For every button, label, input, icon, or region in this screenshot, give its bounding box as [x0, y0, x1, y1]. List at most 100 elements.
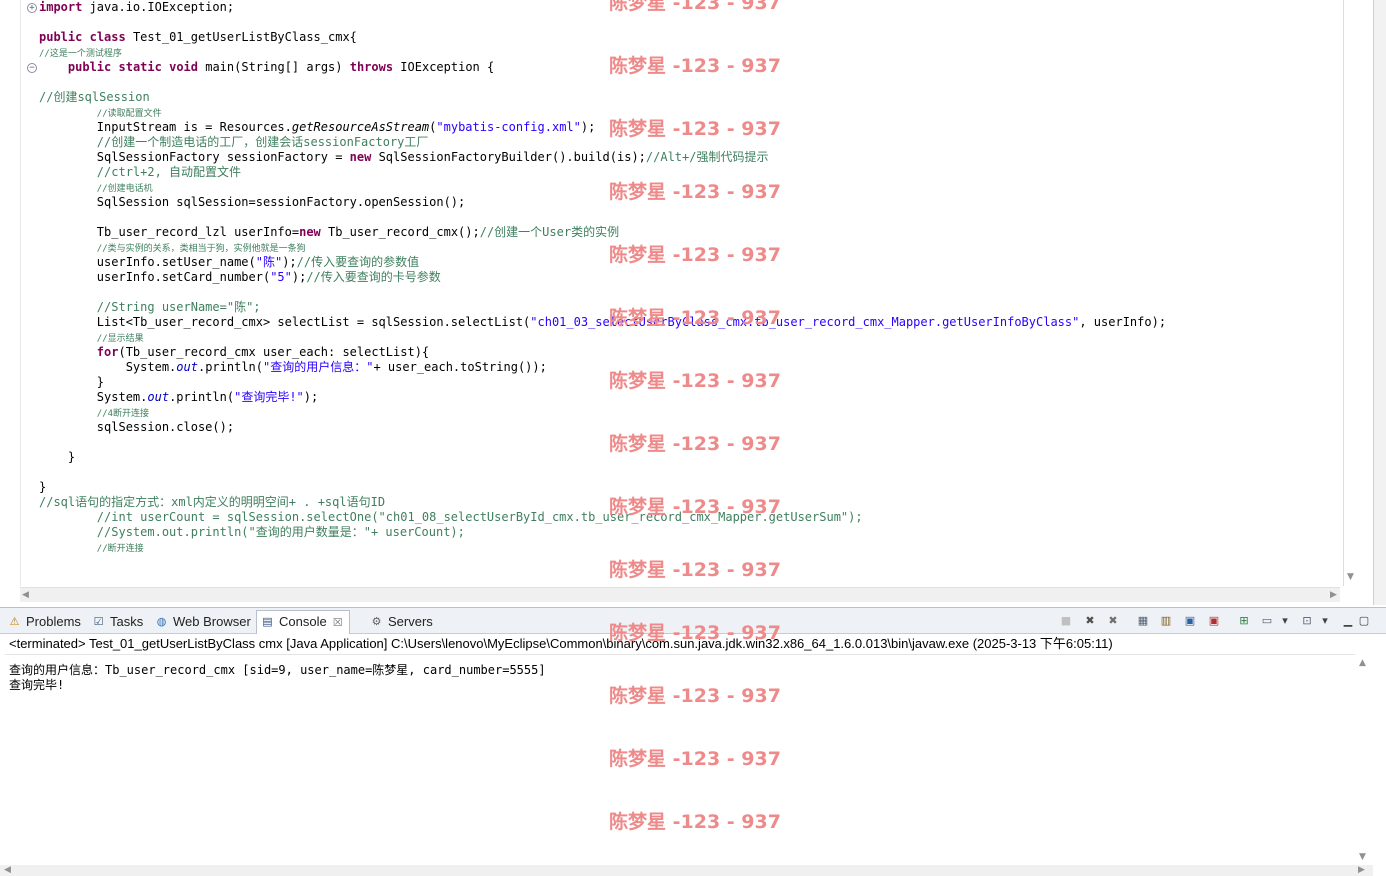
console-scroll-up-icon[interactable]: ▲ [1359, 658, 1366, 668]
globe-icon: ◍ [156, 615, 167, 628]
console-vertical-scrollbar[interactable]: ▲ ▼ [1356, 654, 1373, 868]
remove-launch-icon[interactable]: ✖ [1082, 614, 1098, 628]
code-token: //int userCount = sqlSession.selectOne("… [96, 510, 863, 524]
code-token: //这是一个测试程序 [39, 49, 122, 59]
code-line[interactable]: public class Test_01_getUserListByClass_… [39, 30, 357, 45]
code-line[interactable]: //创建电话机 [39, 180, 153, 195]
code-line[interactable]: //读取配置文件 [39, 105, 162, 120]
code-token: System. [39, 390, 148, 404]
console-status-line: <terminated> Test_01_getUserListByClass … [9, 636, 1113, 651]
code-line[interactable]: //int userCount = sqlSession.selectOne("… [39, 510, 863, 525]
code-line[interactable]: import java.io.IOException; [39, 0, 234, 15]
code-token: , userInfo); [1079, 315, 1167, 329]
code-line[interactable]: //类与实例的关系，类相当于狗，实例他就是一条狗 [39, 240, 306, 255]
code-line[interactable]: //System.out.println("查询的用户数量是："+ userCo… [39, 525, 465, 540]
code-line[interactable]: //ctrl+2, 自动配置文件 [39, 165, 241, 180]
code-token: ); [303, 390, 319, 404]
display-selected-console-icon[interactable]: ▭ [1259, 614, 1275, 628]
editor-vertical-scrollbar[interactable]: ▼ [1343, 0, 1374, 586]
code-line[interactable]: //这是一个测试程序 [39, 45, 122, 60]
console-scroll-down-icon[interactable]: ▼ [1359, 852, 1366, 862]
code-line[interactable]: //String userName="陈"; [39, 300, 261, 315]
code-line[interactable]: //创建sqlSession [39, 90, 150, 105]
code-token: new [299, 225, 321, 239]
code-token: //类与实例的关系，类相当于狗，实例他就是一条狗 [96, 244, 306, 254]
clear-console-icon[interactable]: ▦ [1135, 614, 1151, 628]
code-token: SqlSessionFactory sessionFactory = [39, 150, 350, 164]
pin-console-icon[interactable]: ⊞ [1236, 614, 1252, 628]
code-token: //显示结果 [96, 334, 144, 344]
tab-web-browser[interactable]: ◍ Web Browser [151, 611, 251, 632]
display-console-dropdown-icon[interactable]: ▾ [1280, 614, 1290, 628]
code-line[interactable]: sqlSession.close(); [39, 420, 234, 435]
code-token: void [169, 60, 198, 74]
code-token: class [89, 30, 126, 44]
show-console-on-stdout-icon[interactable]: ▣ [1182, 614, 1198, 628]
terminate-icon[interactable]: ■ [1058, 614, 1074, 628]
console-line: 查询完毕! [9, 678, 65, 692]
code-line[interactable]: SqlSession sqlSession=sessionFactory.ope… [39, 195, 465, 210]
code-line[interactable]: } [39, 450, 75, 465]
scroll-left-arrow-icon[interactable]: ◀ [22, 590, 29, 600]
console-horizontal-scrollbar[interactable]: ◀ ▶ [0, 865, 1373, 876]
code-token: //String userName="陈"; [96, 300, 261, 314]
fold-collapse-icon[interactable]: − [27, 63, 37, 73]
tab-tasks[interactable]: ☑ Tasks [88, 611, 144, 632]
code-token: .println( [197, 360, 263, 374]
code-line[interactable]: public static void main(String[] args) t… [39, 60, 494, 75]
code-line[interactable]: System.out.println("查询的用户信息："+ user_each… [39, 360, 547, 375]
fold-expand-icon[interactable]: + [27, 3, 37, 13]
code-line[interactable]: //4断开连接 [39, 405, 149, 420]
code-token: userInfo.setCard_number( [39, 270, 271, 284]
console-line: 查询的用户信息：Tb_user_record_cmx [sid=9, user_… [9, 663, 546, 677]
code-line[interactable]: SqlSessionFactory sessionFactory = new S… [39, 150, 769, 165]
open-console-icon[interactable]: ⊡ [1299, 614, 1315, 628]
show-console-on-stderr-icon[interactable]: ▣ [1206, 614, 1222, 628]
tab-servers[interactable]: ⚙ Servers [366, 611, 433, 632]
tab-label: Problems [26, 614, 81, 629]
scroll-down-arrow-icon[interactable]: ▼ [1347, 572, 1354, 582]
code-line[interactable]: } [39, 480, 46, 495]
scroll-lock-icon[interactable]: ▥ [1158, 614, 1174, 628]
tab-problems[interactable]: ⚠ Problems [4, 611, 81, 632]
code-line[interactable]: } [39, 375, 104, 390]
tab-console[interactable]: ▤ Console ☒ [256, 610, 350, 634]
code-line[interactable]: userInfo.setUser_name("陈");//传入要查询的参数值 [39, 255, 419, 270]
console-scroll-left-icon[interactable]: ◀ [4, 865, 11, 875]
code-token: //Alt+/强制代码提示 [645, 150, 769, 164]
code-token: + user_each.toString()); [373, 360, 547, 374]
code-line[interactable]: List<Tb_user_record_cmx> selectList = sq… [39, 315, 1166, 330]
code-token: IOException { [393, 60, 495, 74]
code-line[interactable]: System.out.println("查询完毕!"); [39, 390, 318, 405]
code-token: import [39, 0, 83, 14]
code-token: for [96, 345, 119, 359]
code-line[interactable]: for(Tb_user_record_cmx user_each: select… [39, 345, 429, 360]
code-token: "陈" [255, 255, 283, 269]
code-line[interactable]: //显示结果 [39, 330, 144, 345]
code-line[interactable]: //创建一个制造电话的工厂，创建会话sessionFactory工厂 [39, 135, 429, 150]
minimize-icon[interactable]: ▁ [1340, 614, 1356, 628]
maximize-icon[interactable]: ▢ [1356, 614, 1372, 628]
code-editor[interactable]: + − import java.io.IOException; public cl… [0, 0, 1386, 605]
code-line[interactable]: userInfo.setCard_number("5");//传入要查询的卡号参… [39, 270, 441, 285]
remove-all-terminated-icon[interactable]: ✖ [1105, 614, 1121, 628]
code-line[interactable]: Tb_user_record_lzl userInfo=new Tb_user_… [39, 225, 619, 240]
code-token: ); [291, 270, 307, 284]
open-console-dropdown-icon[interactable]: ▾ [1320, 614, 1330, 628]
console-icon: ▤ [262, 615, 273, 628]
code-token: //System.out.println("查询的用户数量是："+ userCo… [96, 525, 465, 539]
editor-horizontal-scrollbar[interactable]: ◀ ▶ [20, 587, 1340, 602]
scroll-right-arrow-icon[interactable]: ▶ [1330, 590, 1337, 600]
code-line[interactable]: //断开连接 [39, 540, 144, 555]
views-tab-bar: ⚠ Problems ☑ Tasks ◍ Web Browser ▤ Console ☒ ⚙ Ser… [0, 608, 1386, 634]
code-token: ); [282, 255, 297, 269]
console-scroll-right-icon[interactable]: ▶ [1358, 865, 1365, 875]
close-tab-icon[interactable]: ☒ [333, 616, 343, 629]
servers-icon: ⚙ [371, 615, 382, 628]
code-line[interactable]: InputStream is = Resources.getResourceAs… [39, 120, 596, 135]
console-output[interactable]: 查询的用户信息：Tb_user_record_cmx [sid=9, user_… [5, 654, 1355, 867]
code-line[interactable]: //sql语句的指定方式：xml内定义的明明空间+ . +sql语句ID [39, 495, 385, 510]
